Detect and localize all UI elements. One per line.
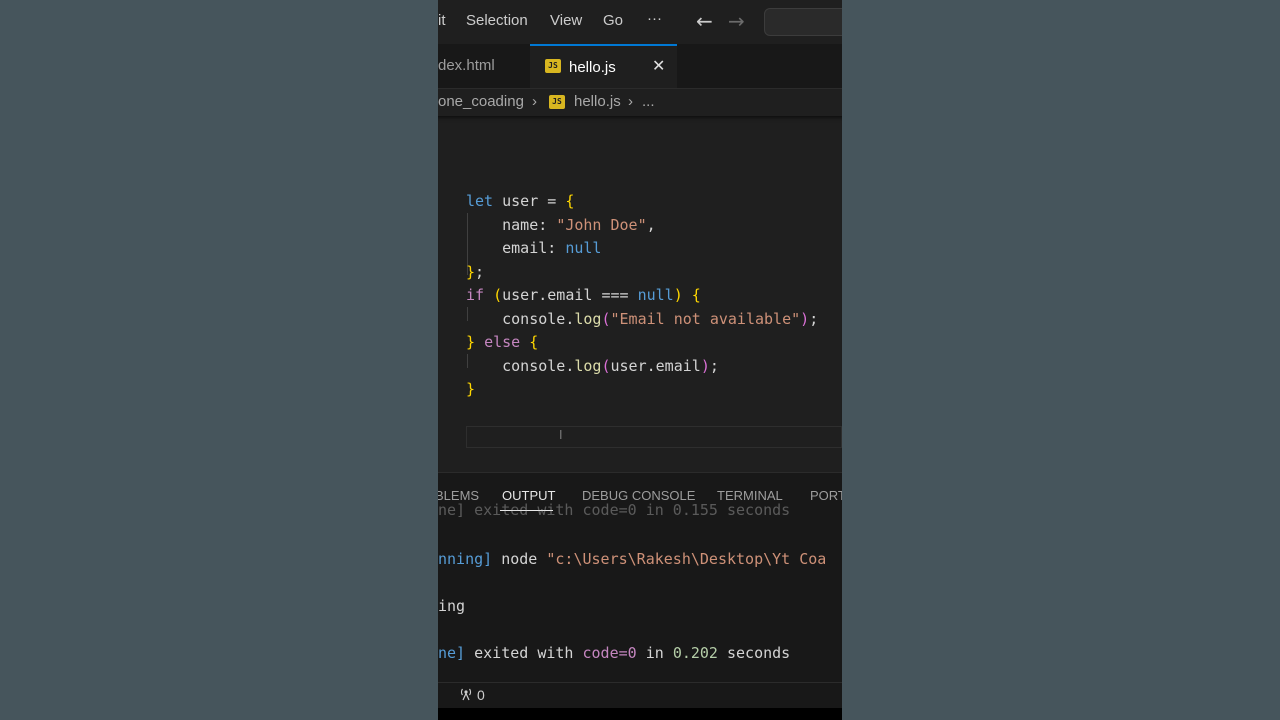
- js-file-icon: JS: [549, 95, 565, 109]
- output-token: node: [492, 550, 547, 568]
- output-token: "c:\Users\Rakesh\Desktop\Yt Coa: [546, 550, 827, 568]
- output-line: ing: [438, 597, 465, 615]
- breadcrumb-file[interactable]: hello.js: [574, 93, 621, 110]
- tab-label: dex.html: [438, 57, 495, 74]
- output-line: nning] node "c:\Users\Rakesh\Desktop\Yt …: [438, 550, 826, 568]
- close-icon[interactable]: ✕: [652, 56, 665, 76]
- code-line: };: [466, 262, 484, 282]
- ports-count[interactable]: 0: [477, 687, 485, 703]
- current-line-highlight: [466, 426, 842, 448]
- code-token: let: [466, 192, 494, 210]
- text-cursor-icon: I: [559, 428, 563, 442]
- chevron-right-icon: ›: [532, 93, 537, 110]
- code-token: if: [466, 286, 485, 304]
- output-token: seconds: [717, 644, 791, 662]
- code-token: ;: [475, 263, 485, 281]
- code-token: {: [565, 192, 575, 210]
- breadcrumb: one_coading › JS hello.js › ...: [438, 89, 842, 115]
- breadcrumb-more[interactable]: ...: [642, 93, 655, 110]
- code-token: }: [466, 333, 476, 351]
- code-editor[interactable]: let user = { name: "John Doe", email: nu…: [438, 116, 842, 472]
- code-line: name: "John Doe",: [466, 215, 656, 235]
- output-token: in: [636, 644, 673, 662]
- code-token: user.email: [610, 357, 701, 375]
- code-token: console.: [466, 357, 575, 375]
- code-token: (: [601, 357, 611, 375]
- tab-label: hello.js: [569, 59, 616, 76]
- code-line: if (user.email === null) {: [466, 285, 701, 305]
- code-token: user.email ===: [502, 286, 638, 304]
- code-token: name:: [466, 216, 557, 234]
- code-token: ,: [646, 216, 656, 234]
- code-token: ;: [709, 357, 719, 375]
- menu-edit[interactable]: it: [438, 12, 446, 29]
- chevron-right-icon: ›: [628, 93, 633, 110]
- code-line: }: [466, 379, 475, 399]
- code-token: log: [574, 310, 602, 328]
- code-token: ;: [809, 310, 819, 328]
- code-token: (: [601, 310, 611, 328]
- menu-selection[interactable]: Selection: [466, 12, 528, 29]
- command-center-search[interactable]: [764, 8, 842, 36]
- output-token: ne] exited with code=0 in 0.155 seconds: [438, 501, 791, 519]
- bottom-panel: BLEMS OUTPUT DEBUG CONSOLE TERMINAL PORT…: [438, 472, 842, 683]
- code-line: } else {: [466, 332, 538, 352]
- output-token: ne]: [438, 644, 466, 662]
- menu-view[interactable]: View: [550, 12, 582, 29]
- menu-more[interactable]: ···: [647, 10, 662, 27]
- menu-go[interactable]: Go: [603, 12, 623, 29]
- code-token: {: [529, 333, 539, 351]
- code-line: email: null: [466, 238, 601, 258]
- output-token: code=0: [582, 644, 637, 662]
- code-token: email:: [466, 239, 566, 257]
- back-arrow-icon[interactable]: ←: [696, 9, 713, 33]
- code-token: ): [800, 310, 810, 328]
- editor-tab-bar: dex.html JS hello.js ✕: [438, 44, 842, 89]
- code-token: log: [574, 357, 602, 375]
- status-bar: 0: [438, 682, 842, 709]
- tab-hello-js[interactable]: JS hello.js ✕: [530, 44, 677, 88]
- code-token: else: [484, 333, 521, 351]
- code-token: user =: [493, 192, 566, 210]
- right-backdrop: [842, 0, 1280, 720]
- screen-bottom-edge: [438, 708, 842, 720]
- tab-index-html[interactable]: dex.html: [438, 44, 530, 88]
- output-line: ne] exited with code=0 in 0.202 seconds: [438, 644, 790, 662]
- tab-ports[interactable]: PORT: [810, 488, 842, 503]
- code-token: {: [691, 286, 701, 304]
- code-token: null: [637, 286, 674, 304]
- code-token: ): [673, 286, 683, 304]
- output-line: ne] exited with code=0 in 0.155 seconds: [438, 501, 790, 519]
- output-token: nning]: [438, 550, 493, 568]
- code-token: "Email not available": [610, 310, 801, 328]
- output-token: 0.202: [672, 644, 718, 662]
- code-token: null: [565, 239, 602, 257]
- breadcrumb-folder[interactable]: one_coading: [438, 93, 524, 110]
- antenna-icon[interactable]: [458, 687, 474, 704]
- code-line: let user = {: [466, 191, 574, 211]
- code-line: console.log("Email not available");: [466, 309, 818, 329]
- forward-arrow-icon[interactable]: →: [728, 9, 745, 33]
- code-token: }: [466, 380, 476, 398]
- code-line: console.log(user.email);: [466, 356, 719, 376]
- code-token: }: [466, 263, 476, 281]
- vscode-window: it Selection View Go ··· ← → dex.html JS…: [438, 0, 842, 720]
- code-token: ): [700, 357, 710, 375]
- code-token: (: [493, 286, 503, 304]
- left-backdrop: [0, 0, 438, 720]
- output-token: exited with: [465, 644, 583, 662]
- menu-bar: it Selection View Go ··· ← →: [438, 0, 842, 44]
- output-token: ing: [438, 597, 466, 615]
- code-token: "John Doe": [556, 216, 647, 234]
- code-token: console.: [466, 310, 575, 328]
- js-file-icon: JS: [545, 59, 561, 73]
